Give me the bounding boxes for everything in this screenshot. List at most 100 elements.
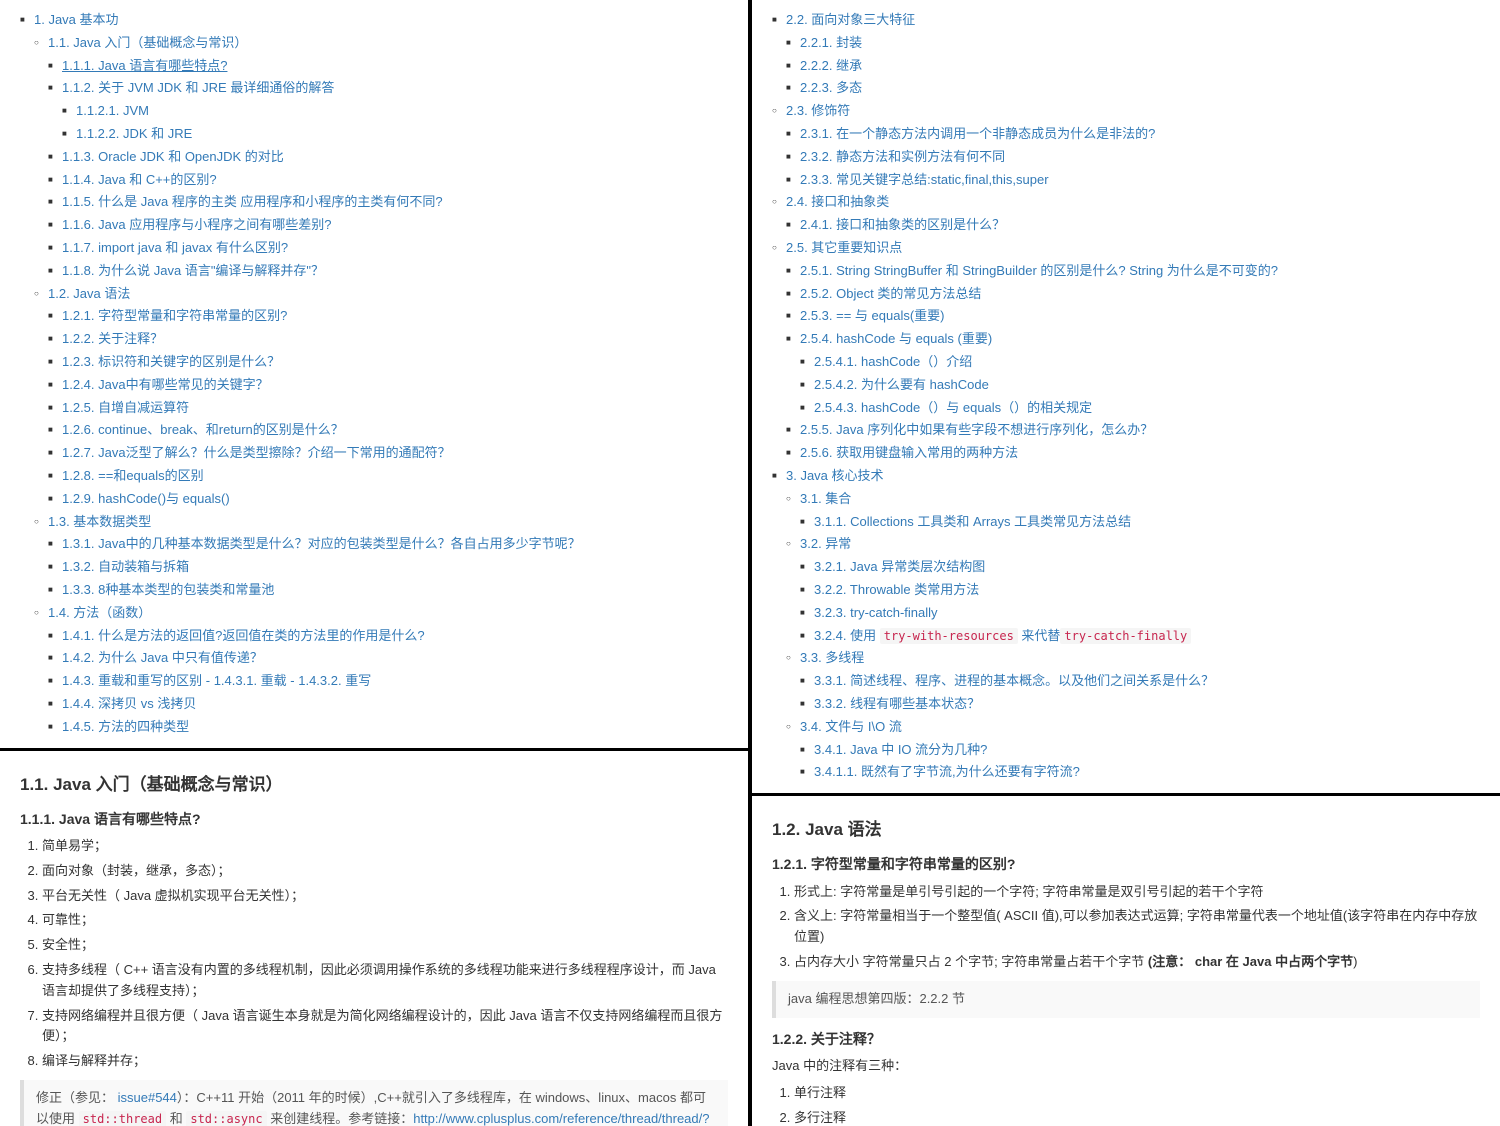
toc-item: 3.3.1. 简述线程、程序、进程的基本概念。以及他们之间关系是什么？ bbox=[800, 671, 1480, 692]
toc-item: 2.3.2. 静态方法和实例方法有何不同 bbox=[786, 147, 1480, 168]
toc-link[interactable]: 3.3.2. 线程有哪些基本状态？ bbox=[814, 696, 980, 711]
toc-item: 1.3.1. Java中的几种基本数据类型是什么？对应的包装类型是什么？各自占用… bbox=[48, 534, 728, 555]
toc-link[interactable]: 3.2.2. Throwable 类常用方法 bbox=[814, 582, 979, 597]
toc-link[interactable]: 2.5.4.3. hashCode（）与 equals（）的相关规定 bbox=[814, 400, 1092, 415]
toc-link[interactable]: 1.2.4. Java中有哪些常见的关键字？ bbox=[62, 377, 269, 392]
toc-link[interactable]: 2.3.2. 静态方法和实例方法有何不同 bbox=[800, 149, 1005, 164]
toc-link[interactable]: 1. Java 基本功 bbox=[34, 12, 119, 27]
toc-item: 3.3.2. 线程有哪些基本状态？ bbox=[800, 694, 1480, 715]
toc-item: 1.2. Java 语法 1.2.1. 字符型常量和字符串常量的区别? 1.2.2.… bbox=[34, 284, 728, 510]
toc-link[interactable]: 1.1. Java 入门（基础概念与常识） bbox=[48, 35, 247, 50]
toc-link[interactable]: 1.2.2. 关于注释？ bbox=[62, 331, 163, 346]
toc-item: 1.4.4. 深拷贝 vs 浅拷贝 bbox=[48, 694, 728, 715]
toc-link[interactable]: 2.2.1. 封装 bbox=[800, 35, 862, 50]
toc-link[interactable]: 1.2.5. 自增自减运算符 bbox=[62, 400, 189, 415]
toc-item: 1.2.5. 自增自减运算符 bbox=[48, 398, 728, 419]
toc-link[interactable]: 1.3. 基本数据类型 bbox=[48, 514, 151, 529]
toc-link[interactable]: 3.1.1. Collections 工具类和 Arrays 工具类常见方法总结 bbox=[814, 514, 1131, 529]
toc-link[interactable]: 1.3.3. 8种基本类型的包装类和常量池 bbox=[62, 582, 274, 597]
toc-link[interactable]: 3.4. 文件与 I\O 流 bbox=[800, 719, 902, 734]
toc-item: 1.4.1. 什么是方法的返回值?返回值在类的方法里的作用是什么? bbox=[48, 626, 728, 647]
list-item: 可靠性； bbox=[42, 910, 728, 931]
toc-item: 2.5.6. 获取用键盘输入常用的两种方法 bbox=[786, 443, 1480, 464]
toc-item: 3.2.4. 使用 try-with-resources 来代替try-catc… bbox=[800, 626, 1480, 647]
toc-link[interactable]: 1.2. Java 语法 bbox=[48, 286, 130, 301]
toc-item: 3.4. 文件与 I\O 流 3.4.1. Java 中 IO 流分为几种? 3.4… bbox=[786, 717, 1480, 783]
toc-link[interactable]: 3.3. 多线程 bbox=[800, 650, 864, 665]
toc-link[interactable]: 1.2.1. 字符型常量和字符串常量的区别? bbox=[62, 308, 287, 323]
list-item: 多行注释 bbox=[794, 1108, 1480, 1126]
toc-link[interactable]: 1.2.7. Java泛型了解么？什么是类型擦除？介绍一下常用的通配符？ bbox=[62, 445, 451, 460]
toc-item: 1.3. 基本数据类型 1.3.1. Java中的几种基本数据类型是什么？对应的包… bbox=[34, 512, 728, 601]
toc-link[interactable]: 1.4.3. 重载和重写的区别 - 1.4.3.1. 重载 - 1.4.3.2.… bbox=[62, 673, 371, 688]
toc-link[interactable]: 2.5.4. hashCode 与 equals (重要) bbox=[800, 331, 992, 346]
toc-link[interactable]: 2.2. 面向对象三大特征 bbox=[786, 12, 915, 27]
toc-link[interactable]: 1.1.4. Java 和 C++的区别? bbox=[62, 172, 217, 187]
toc-link[interactable]: 2.3.3. 常见关键字总结:static,final,this,super bbox=[800, 172, 1049, 187]
toc-link[interactable]: 3.2. 异常 bbox=[800, 536, 851, 551]
toc-link[interactable]: 1.1.2. 关于 JVM JDK 和 JRE 最详细通俗的解答 bbox=[62, 80, 334, 95]
toc-link[interactable]: 2.3. 修饰符 bbox=[786, 103, 850, 118]
issue-link[interactable]: issue#544 bbox=[118, 1090, 177, 1105]
toc-link[interactable]: 3.4.1.1. 既然有了字节流,为什么还要有字符流? bbox=[814, 764, 1080, 779]
toc-link[interactable]: 2.2.3. 多态 bbox=[800, 80, 862, 95]
toc-item: 2.5.2. Object 类的常见方法总结 bbox=[786, 284, 1480, 305]
toc-link[interactable]: 1.1.1. Java 语言有哪些特点? bbox=[62, 58, 227, 73]
list-item: 占内存大小 字符常量只占 2 个字节; 字符串常量占若干个字节 (注意： cha… bbox=[794, 952, 1480, 973]
toc-link[interactable]: 1.3.1. Java中的几种基本数据类型是什么？对应的包装类型是什么？各自占用… bbox=[62, 536, 581, 551]
toc-link[interactable]: 3.3.1. 简述线程、程序、进程的基本概念。以及他们之间关系是什么？ bbox=[814, 673, 1214, 688]
toc-link[interactable]: 1.1.5. 什么是 Java 程序的主类 应用程序和小程序的主类有何不同? bbox=[62, 194, 443, 209]
left-column: 1. Java 基本功 1.1. Java 入门（基础概念与常识） 1.1.1. J… bbox=[0, 0, 752, 1126]
code-std-thread: std::thread bbox=[79, 1111, 166, 1126]
toc-link[interactable]: 2.5.3. == 与 equals(重要) bbox=[800, 308, 945, 323]
text: ) bbox=[1353, 954, 1357, 969]
toc-link[interactable]: 1.2.8. ==和equals的区别 bbox=[62, 468, 204, 483]
toc-link[interactable]: 1.4.2. 为什么 Java 中只有值传递？ bbox=[62, 650, 263, 665]
toc-link[interactable]: 1.3.2. 自动装箱与拆箱 bbox=[62, 559, 189, 574]
toc-item: 2.2.3. 多态 bbox=[786, 78, 1480, 99]
toc-item: 1.1.8. 为什么说 Java 语言"编译与解释并存"？ bbox=[48, 261, 728, 282]
toc-link[interactable]: 1.1.7. import java 和 javax 有什么区别? bbox=[62, 240, 288, 255]
toc-link[interactable]: 3.4.1. Java 中 IO 流分为几种? bbox=[814, 742, 987, 757]
toc-item: 3.2.2. Throwable 类常用方法 bbox=[800, 580, 1480, 601]
list-item: 平台无关性（ Java 虚拟机实现平台无关性）； bbox=[42, 886, 728, 907]
heading-1-2-1: 1.2.1. 字符型常量和字符串常量的区别? bbox=[772, 853, 1480, 875]
toc-link[interactable]: 2.5.6. 获取用键盘输入常用的两种方法 bbox=[800, 445, 1018, 460]
bq-text: 修正（参见： bbox=[36, 1090, 118, 1105]
toc-item: 1.4. 方法（函数） 1.4.1. 什么是方法的返回值?返回值在类的方法里的作用… bbox=[34, 603, 728, 738]
toc-link[interactable]: 2.4. 接口和抽象类 bbox=[786, 194, 889, 209]
toc-link[interactable]: 1.4. 方法（函数） bbox=[48, 605, 151, 620]
toc-link[interactable]: 2.5.4.1. hashCode（）介绍 bbox=[814, 354, 972, 369]
toc-link[interactable]: 1.4.1. 什么是方法的返回值?返回值在类的方法里的作用是什么? bbox=[62, 628, 425, 643]
toc-link[interactable]: 1.2.6. continue、break、和return的区别是什么？ bbox=[62, 422, 344, 437]
toc-link[interactable]: 2.3.1. 在一个静态方法内调用一个非静态成员为什么是非法的? bbox=[800, 126, 1155, 141]
toc-link[interactable]: 3.1. 集合 bbox=[800, 491, 851, 506]
toc-link[interactable]: 2.5.5. Java 序列化中如果有些字段不想进行序列化，怎么办？ bbox=[800, 422, 1153, 437]
toc-link[interactable]: 3.2.3. try-catch-finally bbox=[814, 605, 938, 620]
toc-link[interactable]: 1.2.9. hashCode()与 equals() bbox=[62, 491, 230, 506]
toc-link[interactable]: 2.5.1. String StringBuffer 和 StringBuild… bbox=[800, 263, 1278, 278]
toc-link[interactable]: 3.2.1. Java 异常类层次结构图 bbox=[814, 559, 985, 574]
toc-link[interactable]: 2.4.1. 接口和抽象类的区别是什么？ bbox=[800, 217, 1005, 232]
toc-link[interactable]: 1.1.2.1. JVM bbox=[76, 103, 149, 118]
toc-link[interactable]: 3. Java 核心技术 bbox=[786, 468, 884, 483]
toc-link[interactable]: 1.1.3. Oracle JDK 和 OpenJDK 的对比 bbox=[62, 149, 284, 164]
toc-link[interactable]: 1.1.2.2. JDK 和 JRE bbox=[76, 126, 192, 141]
toc-item: 2.5.5. Java 序列化中如果有些字段不想进行序列化，怎么办？ bbox=[786, 420, 1480, 441]
toc-link[interactable]: 2.5. 其它重要知识点 bbox=[786, 240, 902, 255]
toc-link[interactable]: 1.1.8. 为什么说 Java 语言"编译与解释并存"？ bbox=[62, 263, 324, 278]
toc-item: 1.1. Java 入门（基础概念与常识） 1.1.1. Java 语言有哪些特点… bbox=[34, 33, 728, 282]
toc-link[interactable]: 2.5.2. Object 类的常见方法总结 bbox=[800, 286, 981, 301]
toc-item: 1.2.8. ==和equals的区别 bbox=[48, 466, 728, 487]
toc-link[interactable]: 2.2.2. 继承 bbox=[800, 58, 862, 73]
toc-item: 2.5.3. == 与 equals(重要) bbox=[786, 306, 1480, 327]
toc-link[interactable]: 1.4.4. 深拷贝 vs 浅拷贝 bbox=[62, 696, 196, 711]
toc-link[interactable]: 1.1.6. Java 应用程序与小程序之间有哪些差别? bbox=[62, 217, 331, 232]
toc-link[interactable]: 1.2.3. 标识符和关键字的区别是什么？ bbox=[62, 354, 280, 369]
toc-link[interactable]: 3.2.4. 使用 try-with-resources 来代替try-catc… bbox=[814, 628, 1191, 643]
toc-item: 1.1.4. Java 和 C++的区别? bbox=[48, 170, 728, 191]
toc-link[interactable]: 2.5.4.2. 为什么要有 hashCode bbox=[814, 377, 989, 392]
toc-link[interactable]: 1.4.5. 方法的四种类型 bbox=[62, 719, 189, 734]
list-item: 编译与解释并存； bbox=[42, 1051, 728, 1072]
toc-item: 1.2.9. hashCode()与 equals() bbox=[48, 489, 728, 510]
